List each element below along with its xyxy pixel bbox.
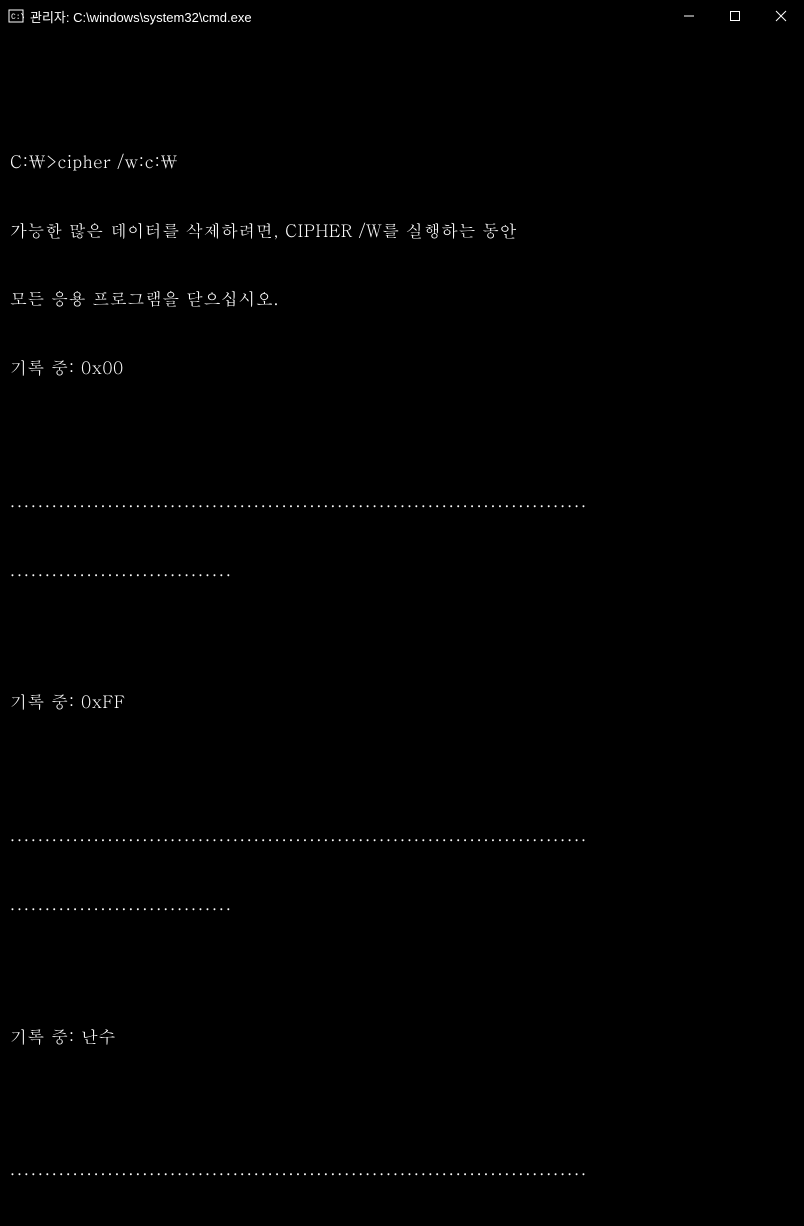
- output-line: 모든 응용 프로그램을 닫으십시오.: [10, 287, 794, 310]
- cmd-window: C:\ 관리자: C:\windows\system32\cmd.exe C:\…: [0, 0, 804, 613]
- cmd-icon: C:\: [8, 8, 24, 24]
- output-line: 기록 중: 난수: [10, 1025, 794, 1048]
- terminal-output[interactable]: C:\>cipher /w:c:\ 가능한 많은 데이터를 삭제하려면, CIP…: [0, 32, 804, 1226]
- progress-dots: ........................................…: [10, 823, 794, 846]
- close-button[interactable]: [758, 0, 804, 32]
- progress-dots: ........................................…: [10, 489, 794, 512]
- maximize-button[interactable]: [712, 0, 758, 32]
- titlebar[interactable]: C:\ 관리자: C:\windows\system32\cmd.exe: [0, 0, 804, 32]
- prompt-line: C:\>cipher /w:c:\: [10, 150, 794, 173]
- window-controls: [666, 0, 804, 32]
- progress-dots: ........................................…: [10, 1157, 794, 1180]
- svg-text:C:\: C:\: [11, 13, 24, 22]
- window-title: 관리자: C:\windows\system32\cmd.exe: [30, 7, 666, 26]
- output-line: 기록 중: 0xFF: [10, 690, 794, 713]
- progress-dots: ................................: [10, 892, 794, 915]
- minimize-button[interactable]: [666, 0, 712, 32]
- output-line: 기록 중: 0x00: [10, 356, 794, 379]
- output-line: 가능한 많은 데이터를 삭제하려면, CIPHER /W를 실행하는 동안: [10, 219, 794, 242]
- progress-dots: ................................: [10, 558, 794, 581]
